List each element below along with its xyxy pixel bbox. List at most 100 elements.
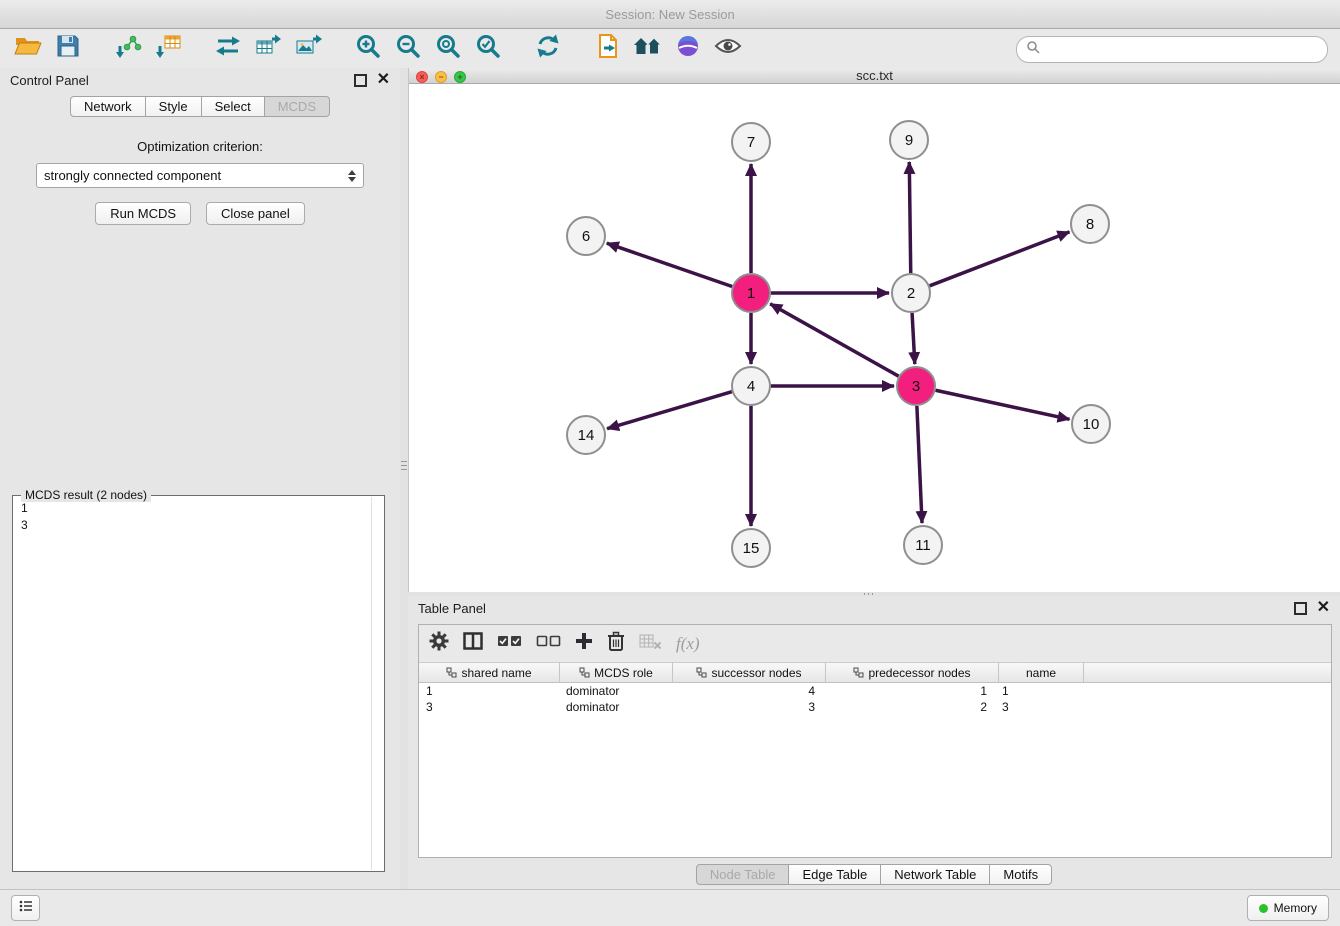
save-session-button[interactable] xyxy=(52,33,84,65)
tab-network[interactable]: Network xyxy=(70,96,146,117)
cell-predecessor-nodes[interactable]: 1 xyxy=(823,684,995,698)
mcds-result-box: MCDS result (2 nodes) 1 3 xyxy=(12,495,385,872)
network-canvas[interactable]: 1 2 3 4 6 7 8 9 10 11 14 15 xyxy=(409,84,1340,592)
graph-node-15[interactable]: 15 xyxy=(732,529,770,567)
zoom-fit-button[interactable] xyxy=(432,33,464,65)
eye-icon xyxy=(714,37,742,60)
cell-shared-name[interactable]: 3 xyxy=(419,700,559,714)
export-network-button[interactable] xyxy=(212,33,244,65)
float-panel-icon[interactable] xyxy=(1294,602,1307,615)
table-settings-button[interactable] xyxy=(429,631,449,656)
result-scrollbar-track[interactable] xyxy=(371,497,372,870)
zoom-in-button[interactable] xyxy=(352,33,384,65)
network-graph[interactable]: 1 2 3 4 6 7 8 9 10 11 14 15 xyxy=(409,84,1340,587)
column-header-predecessor-nodes[interactable]: predecessor nodes xyxy=(826,663,999,682)
close-panel-icon[interactable]: ✕ xyxy=(1317,600,1330,616)
table-row[interactable]: 1 dominator 4 1 1 xyxy=(419,683,1331,699)
tab-mcds[interactable]: MCDS xyxy=(265,96,330,117)
create-column-button[interactable] xyxy=(575,632,593,655)
zoom-out-button[interactable] xyxy=(392,33,424,65)
column-header-mcds-role[interactable]: MCDS role xyxy=(560,663,673,682)
graph-edge-3-10[interactable] xyxy=(936,390,1070,419)
cell-mcds-role[interactable]: dominator xyxy=(559,700,671,714)
cell-successor-nodes[interactable]: 4 xyxy=(671,684,823,698)
export-table-button[interactable] xyxy=(252,33,284,65)
tab-style[interactable]: Style xyxy=(146,96,202,117)
search-input[interactable] xyxy=(1046,41,1318,58)
import-network-button[interactable] xyxy=(112,33,144,65)
graph-node-6[interactable]: 6 xyxy=(567,217,605,255)
cell-name[interactable]: 1 xyxy=(995,684,1079,698)
graph-edge-1-6[interactable] xyxy=(607,243,732,286)
close-panel-button[interactable]: Close panel xyxy=(206,202,305,225)
floppy-disk-icon xyxy=(56,34,80,63)
table-row[interactable]: 3 dominator 3 2 3 xyxy=(419,699,1331,715)
cell-shared-name[interactable]: 1 xyxy=(419,684,559,698)
graph-node-2[interactable]: 2 xyxy=(892,274,930,312)
graph-node-14[interactable]: 14 xyxy=(567,416,605,454)
graph-edge-3-1[interactable] xyxy=(770,304,898,376)
zoom-window-button[interactable]: + xyxy=(454,71,466,83)
run-mcds-button[interactable]: Run MCDS xyxy=(95,202,191,225)
cell-successor-nodes[interactable]: 3 xyxy=(671,700,823,714)
memory-label: Memory xyxy=(1274,901,1317,915)
open-session-button[interactable] xyxy=(12,33,44,65)
graph-node-11[interactable]: 11 xyxy=(904,526,942,564)
close-window-button[interactable]: × xyxy=(416,71,428,83)
cell-predecessor-nodes[interactable]: 2 xyxy=(823,700,995,714)
refresh-view-button[interactable] xyxy=(532,33,564,65)
network-window-titlebar[interactable]: × − + scc.txt xyxy=(409,68,1340,84)
tab-network-table[interactable]: Network Table xyxy=(881,864,990,885)
select-all-columns-button[interactable] xyxy=(497,634,522,653)
graph-node-label: 11 xyxy=(915,537,931,554)
show-graphics-details-button[interactable] xyxy=(712,33,744,65)
graph-node-3[interactable]: 3 xyxy=(897,367,935,405)
column-header-name[interactable]: name xyxy=(999,663,1084,682)
home-button[interactable] xyxy=(632,33,664,65)
graph-edge-2-3[interactable] xyxy=(912,313,915,364)
splitter-grip-icon xyxy=(864,593,878,595)
graph-edge-4-14[interactable] xyxy=(607,392,732,429)
float-panel-icon[interactable] xyxy=(354,74,367,87)
search-field[interactable] xyxy=(1016,36,1328,63)
import-table-button[interactable] xyxy=(152,33,184,65)
graph-node-1[interactable]: 1 xyxy=(732,274,770,312)
network-from-clipboard-button[interactable] xyxy=(592,33,624,65)
graph-edge-3-11[interactable] xyxy=(917,406,922,523)
deselect-all-columns-button[interactable] xyxy=(536,634,561,653)
graph-edge-2-8[interactable] xyxy=(930,232,1070,286)
control-panel-header: Control Panel ✕ xyxy=(0,68,400,92)
vertical-splitter[interactable] xyxy=(400,68,408,890)
column-header-filler xyxy=(1084,663,1331,682)
graph-node-4[interactable]: 4 xyxy=(732,367,770,405)
column-label: name xyxy=(1026,666,1056,680)
graph-node-10[interactable]: 10 xyxy=(1072,405,1110,443)
optimization-criterion-select[interactable]: strongly connected component xyxy=(36,163,364,188)
zoom-selected-button[interactable] xyxy=(472,33,504,65)
criterion-selected-value: strongly connected component xyxy=(44,168,221,183)
task-history-button[interactable] xyxy=(11,895,40,921)
apply-style-button[interactable] xyxy=(672,33,704,65)
column-header-shared-name[interactable]: shared name xyxy=(419,663,560,682)
show-columns-button[interactable] xyxy=(463,632,483,655)
export-image-button[interactable] xyxy=(292,33,324,65)
minimize-window-button[interactable]: − xyxy=(435,71,447,83)
tab-select[interactable]: Select xyxy=(202,96,265,117)
tab-node-table[interactable]: Node Table xyxy=(696,864,790,885)
column-header-successor-nodes[interactable]: successor nodes xyxy=(673,663,826,682)
memory-status-icon xyxy=(1259,904,1268,913)
graph-edge-2-9[interactable] xyxy=(909,162,910,273)
cell-name[interactable]: 3 xyxy=(995,700,1079,714)
graph-node-8[interactable]: 8 xyxy=(1071,205,1109,243)
cell-mcds-role[interactable]: dominator xyxy=(559,684,671,698)
memory-button[interactable]: Memory xyxy=(1247,895,1329,921)
function-builder-button[interactable]: f(x) xyxy=(676,634,700,654)
graph-node-9[interactable]: 9 xyxy=(890,121,928,159)
main-toolbar xyxy=(0,29,1340,68)
delete-column-button[interactable] xyxy=(607,631,625,656)
close-panel-icon[interactable]: ✕ xyxy=(377,72,390,88)
graph-node-7[interactable]: 7 xyxy=(732,123,770,161)
tab-edge-table[interactable]: Edge Table xyxy=(789,864,881,885)
tab-motifs[interactable]: Motifs xyxy=(990,864,1052,885)
delete-table-button[interactable] xyxy=(639,633,662,654)
